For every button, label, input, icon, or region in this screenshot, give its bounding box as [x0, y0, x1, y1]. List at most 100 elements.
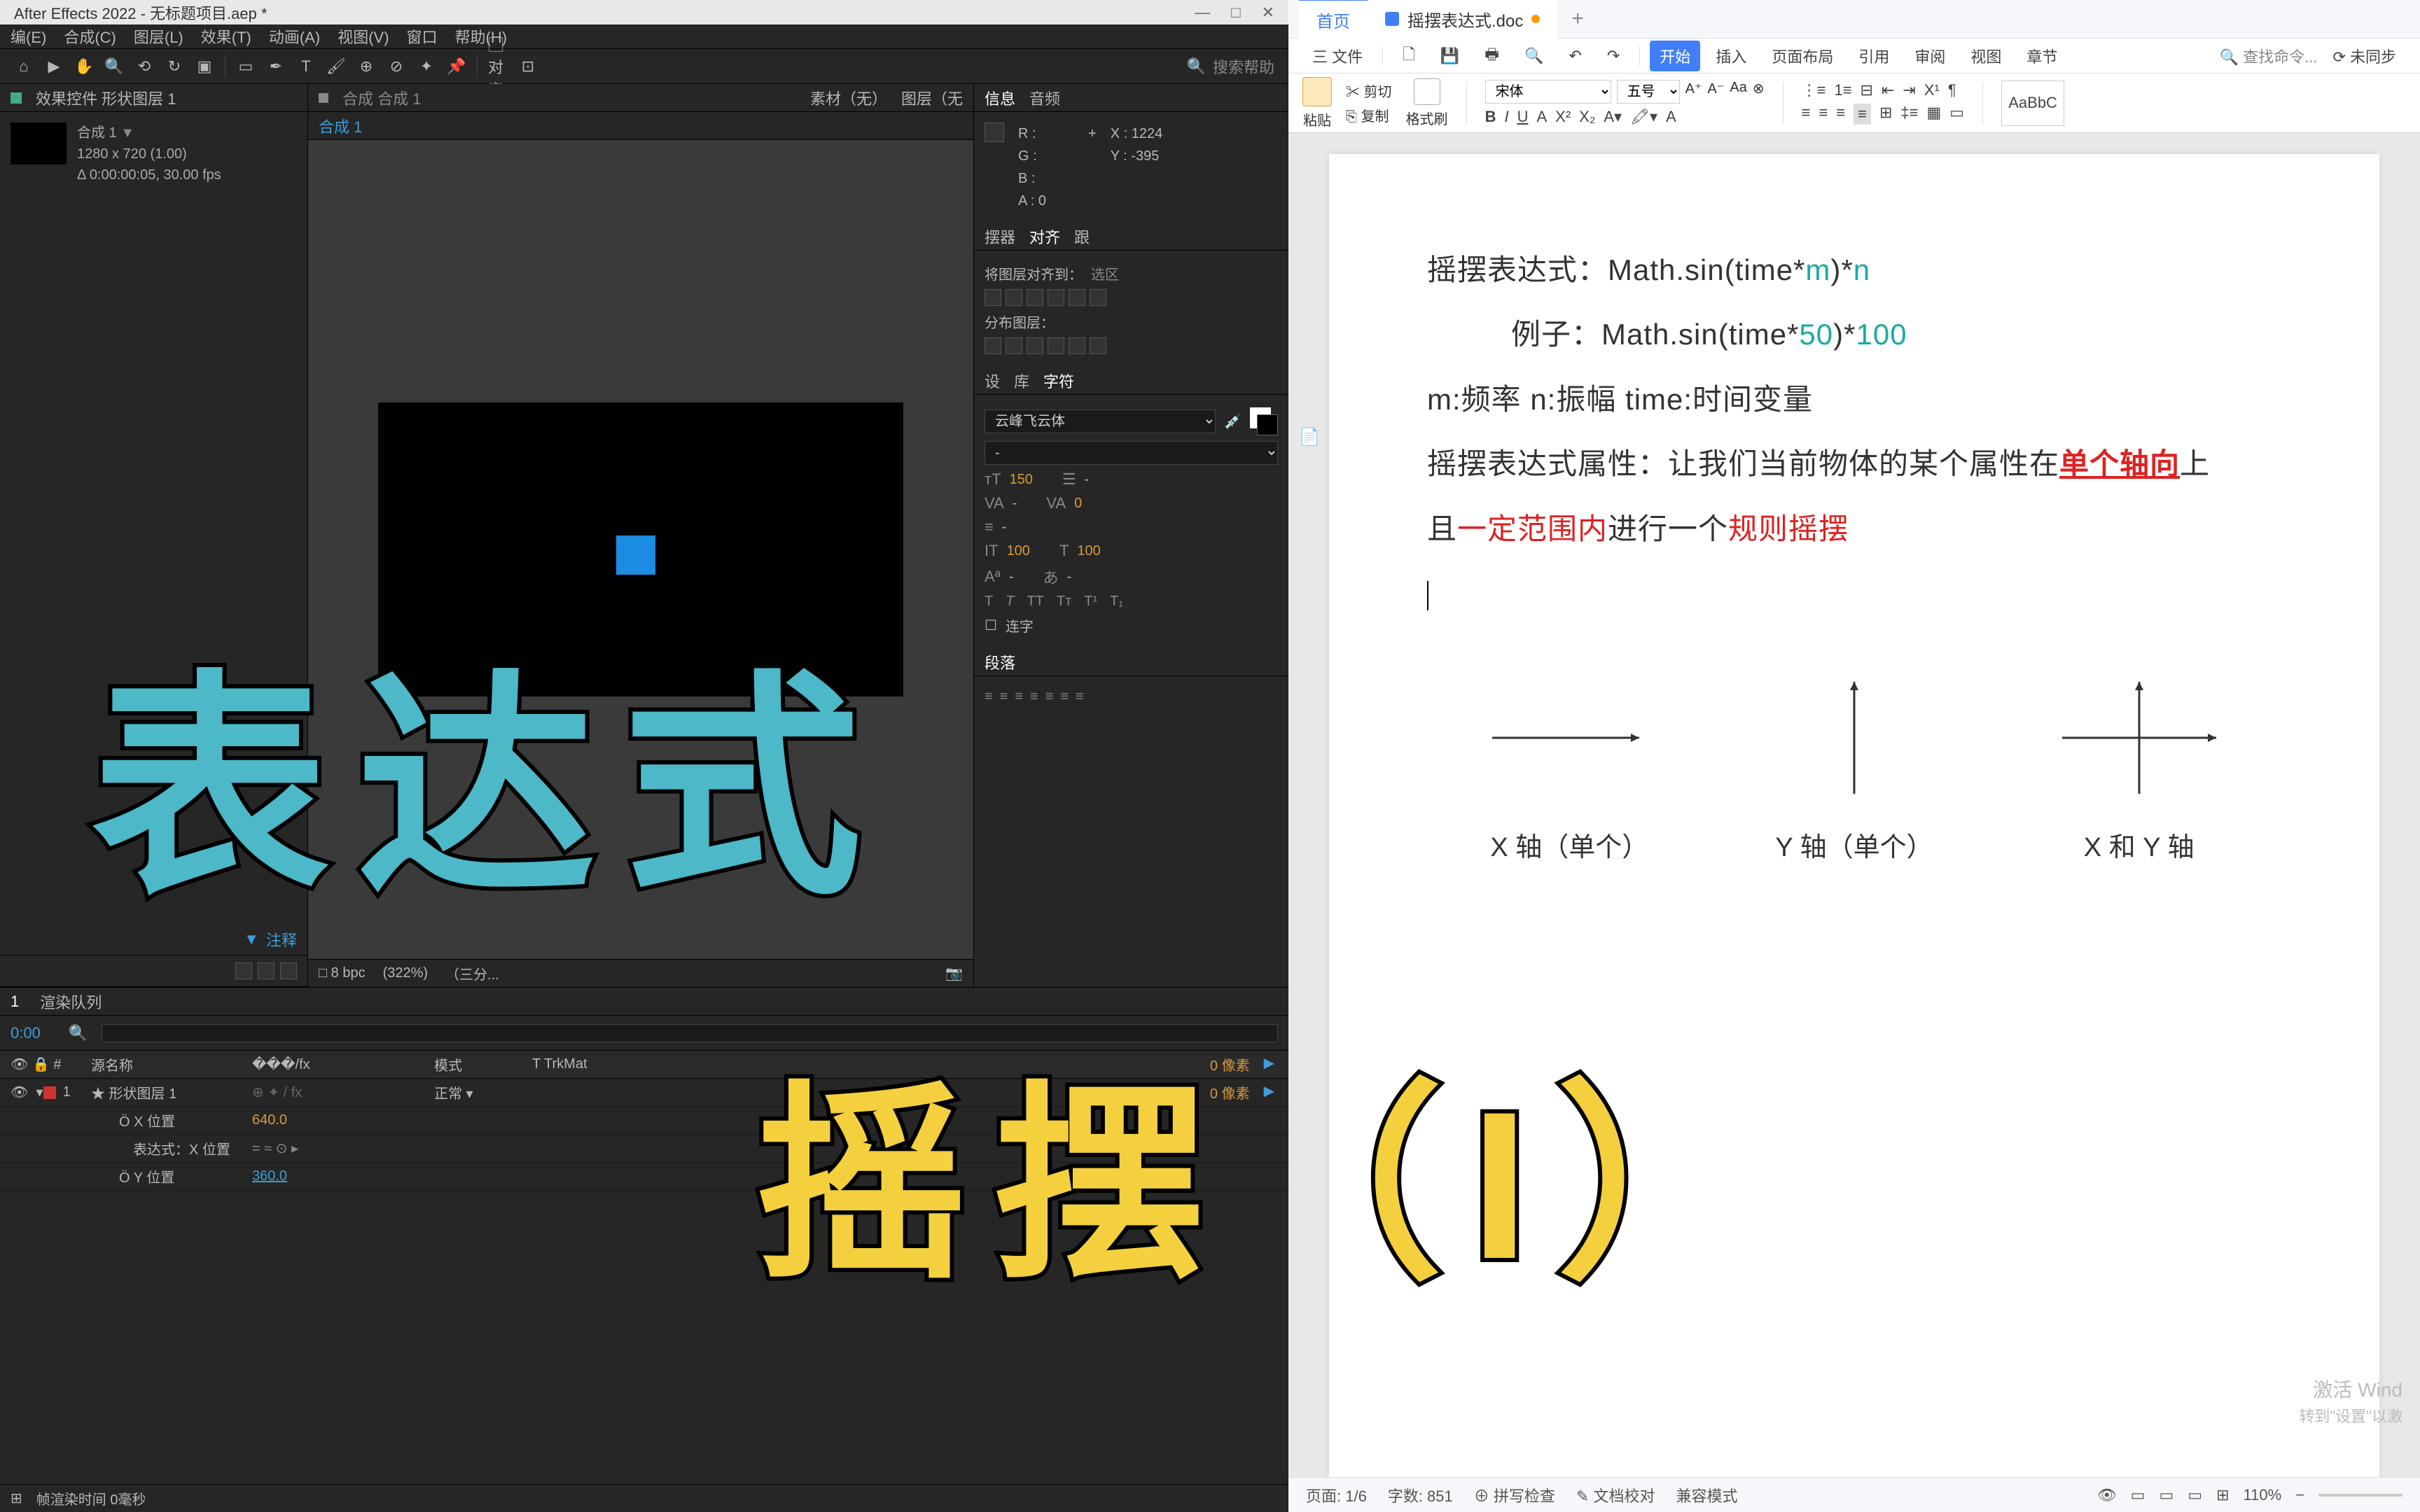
ae-search[interactable]: 🔍 搜索帮助 [1187, 55, 1274, 78]
strike-button[interactable]: A [1536, 108, 1547, 126]
eyedropper-icon[interactable]: 💉 [1224, 413, 1242, 430]
web-layout-icon[interactable]: ▭ [2188, 1486, 2202, 1504]
justify-icon[interactable]: ≡ [1076, 689, 1084, 705]
roto-tool-icon[interactable]: ✦ [417, 57, 436, 76]
kerning[interactable]: - [1013, 496, 1017, 512]
subscript-icon[interactable]: T₁ [1110, 594, 1123, 610]
bold-button[interactable]: B [1485, 108, 1496, 126]
align-bottom-icon[interactable] [1090, 289, 1106, 306]
layer-tab[interactable]: 图层（无 [901, 87, 963, 109]
comp-tab[interactable]: 合成 合成 1 [342, 87, 421, 109]
dist-icon[interactable] [985, 337, 1001, 354]
leading[interactable]: - [1085, 472, 1090, 488]
swinger-tab[interactable]: 摆器 [985, 225, 1015, 248]
blend-mode[interactable]: 正常 [434, 1086, 462, 1102]
shading-button[interactable]: ▦ [1927, 104, 1942, 125]
mode-col[interactable]: 模式 [434, 1054, 532, 1074]
paragraph-tab[interactable]: 段落 [985, 651, 1015, 673]
orbit-tool-icon[interactable]: ⟲ [134, 57, 154, 76]
lock-col-icon[interactable]: 🔒 [32, 1057, 50, 1072]
align-center-icon[interactable]: ≡ [1000, 689, 1008, 705]
layer-name[interactable]: ★ 形状图层 1 [91, 1082, 252, 1102]
eraser-tool-icon[interactable]: ⊘ [387, 57, 406, 76]
annot-icon[interactable] [235, 962, 252, 979]
numbering-icon[interactable]: 1≡ [1834, 81, 1851, 99]
selection-tool-icon[interactable]: ▶ [44, 57, 64, 76]
font-size[interactable]: 150 [1010, 472, 1033, 488]
dist-icon[interactable] [1069, 337, 1085, 354]
annot-icon[interactable] [258, 962, 274, 979]
superscript-icon[interactable]: T¹ [1084, 594, 1097, 610]
menu-anim[interactable]: 动画(A) [269, 25, 320, 48]
new-icon[interactable]: 🗋 [1393, 38, 1425, 74]
rotate-tool-icon[interactable]: ↻ [165, 57, 184, 76]
audio-tab[interactable]: 音频 [1029, 87, 1060, 109]
stroke-swatch[interactable] [1257, 414, 1278, 435]
dist-icon[interactable] [1090, 337, 1106, 354]
ribbon-start[interactable]: 开始 [1650, 41, 1700, 71]
text-tool-icon[interactable]: T [296, 57, 316, 76]
ribbon-layout[interactable]: 页面布局 [1762, 41, 1843, 71]
x-position-label[interactable]: Ö X 位置 [119, 1114, 175, 1130]
align-vcenter-icon[interactable] [1069, 289, 1085, 306]
shape-layer-square[interactable] [616, 536, 655, 575]
zoom-out-icon[interactable]: − [2295, 1486, 2304, 1504]
camera-tool-icon[interactable]: ▣ [195, 57, 214, 76]
print-layout-icon[interactable]: ▭ [2159, 1486, 2174, 1504]
font-style-select[interactable]: - [985, 441, 1278, 465]
align-right-icon[interactable]: ≡ [1015, 689, 1023, 705]
brush-tool-icon[interactable]: 🖌 [326, 57, 346, 76]
show-marks-icon[interactable]: ¶ [1948, 81, 1956, 99]
x-position-value[interactable]: 640.0 [252, 1112, 287, 1128]
font-family-select[interactable]: 云峰飞云体 [985, 410, 1216, 433]
align-center-button[interactable]: ≡ [1819, 104, 1828, 125]
hand-tool-icon[interactable]: ✋ [74, 57, 94, 76]
align-left-button[interactable]: ≡ [1802, 104, 1811, 125]
wps-home-tab[interactable]: 首页 [1299, 0, 1368, 39]
zoom-level[interactable]: (322%) [383, 965, 428, 981]
redo-icon[interactable]: ↷ [1597, 43, 1629, 69]
hscale[interactable]: 100 [1077, 543, 1100, 559]
vscale[interactable]: 100 [1007, 543, 1030, 559]
outline-icon[interactable]: ⊞ [2216, 1486, 2229, 1504]
menu-comp[interactable]: 合成(C) [64, 25, 116, 48]
font-color-button[interactable]: A▾ [1604, 108, 1622, 126]
track-tab[interactable]: 跟 [1074, 225, 1090, 248]
doc-cursor-line[interactable] [1427, 561, 2281, 626]
ribbon-chapter[interactable]: 章节 [2017, 41, 2067, 71]
character-tab[interactable]: 字符 [1043, 370, 1074, 392]
shape-tool-icon[interactable]: ▭ [236, 57, 256, 76]
snap2-icon[interactable]: ⊡ [518, 57, 538, 76]
dist-icon[interactable] [1006, 337, 1022, 354]
annot-icon[interactable] [280, 962, 297, 979]
sub-button[interactable]: X₂ [1579, 108, 1595, 126]
maximize-icon[interactable]: □ [1231, 4, 1240, 22]
menu-view[interactable]: 视图(V) [338, 25, 389, 48]
view-mode-icon[interactable]: 👁 [2097, 1486, 2117, 1504]
align-tab[interactable]: 对齐 [1029, 225, 1060, 248]
zoom-tool-icon[interactable]: 🔍 [104, 57, 124, 76]
baseline[interactable]: - [1009, 569, 1014, 585]
indent-inc-icon[interactable]: ⇥ [1903, 81, 1915, 99]
save-icon[interactable]: 💾 [1431, 43, 1469, 69]
project-panel-tab[interactable]: 效果控件 形状图层 1 [0, 84, 307, 112]
close-icon[interactable]: ✕ [1262, 4, 1274, 22]
search-commands[interactable]: 🔍 查找命令... [2220, 45, 2318, 67]
source-name-col[interactable]: 源名称 [91, 1054, 252, 1074]
info-tab[interactable]: 信息 [985, 87, 1015, 109]
ribbon-view[interactable]: 视图 [1961, 41, 2011, 71]
char-border-button[interactable]: A [1666, 108, 1676, 126]
render-queue-tab[interactable]: 渲染队列 [40, 990, 102, 1013]
toggle-switches-icon[interactable]: ⊞ [11, 1490, 22, 1507]
page-info[interactable]: 页面: 1/6 [1306, 1484, 1367, 1506]
paste-button[interactable]: 粘贴 [1302, 77, 1332, 130]
dist-icon[interactable] [1027, 337, 1043, 354]
read-mode-icon[interactable]: ▭ [2131, 1486, 2146, 1504]
project-item[interactable]: 合成 1 ▼ 1280 x 720 (1.00) Δ 0:00:00:05, 3… [0, 112, 307, 196]
copy-button[interactable]: ⎘ 复制 [1346, 105, 1392, 125]
ribbon-review[interactable]: 审阅 [1905, 41, 1955, 71]
eye-icon[interactable]: 👁 [11, 1084, 28, 1101]
justify-icon[interactable]: ≡ [1045, 689, 1054, 705]
tsume[interactable]: - [1067, 569, 1072, 585]
pen-tool-icon[interactable]: ✒ [266, 57, 286, 76]
